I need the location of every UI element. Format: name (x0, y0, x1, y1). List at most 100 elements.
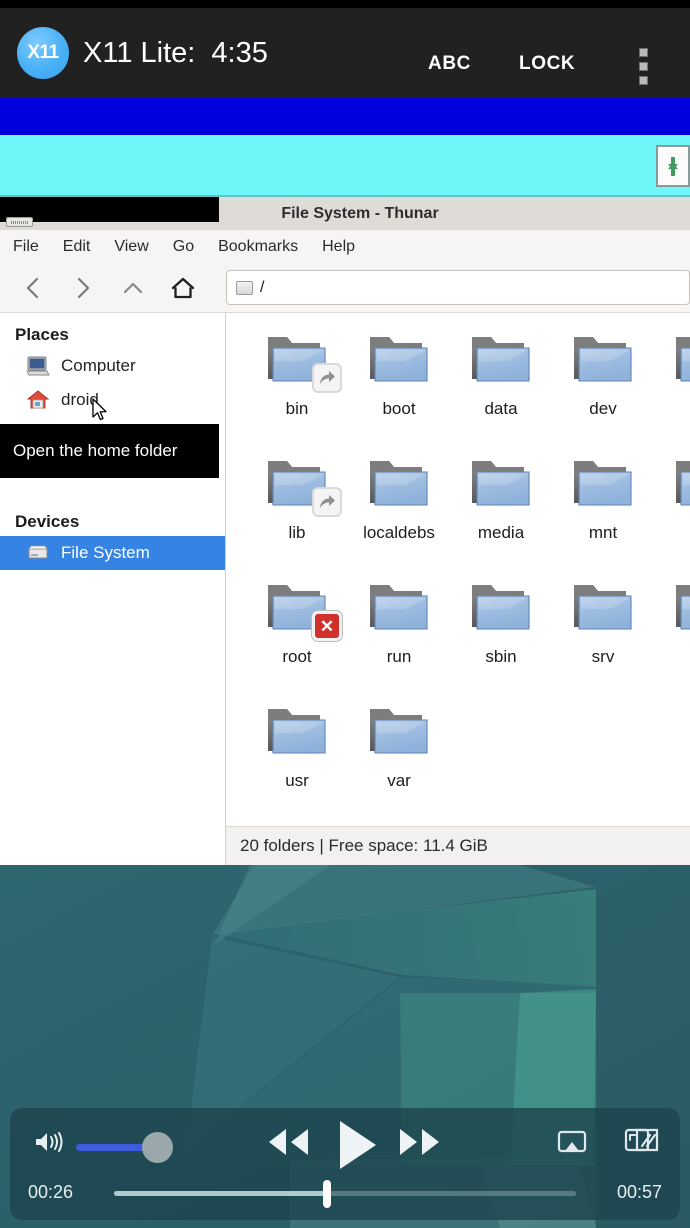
file-item-label: var (387, 771, 411, 790)
chevron-right-icon[interactable] (68, 273, 98, 303)
current-time-label: 00:26 (28, 1182, 74, 1202)
folder-icon (570, 577, 636, 639)
app-bar: X11 X11 Lite: 4:35 ABC LOCK (0, 8, 690, 98)
path-entry-field[interactable]: / (226, 270, 690, 305)
folder-icon (570, 329, 636, 391)
file-item-label: bin (285, 399, 309, 418)
navigation-toolbar: / (0, 263, 690, 313)
volume-high-icon[interactable] (34, 1130, 68, 1154)
volume-slider-knob[interactable] (142, 1132, 173, 1163)
menu-bookmarks[interactable]: Bookmarks (218, 238, 298, 256)
file-item[interactable]: opt (654, 445, 690, 569)
sidebar-places-header: Places (15, 325, 69, 344)
lock-button[interactable]: LOCK (519, 53, 575, 75)
file-item[interactable]: localdebs (348, 445, 450, 569)
blue-status-strip (0, 98, 690, 135)
menu-bar: File Edit View Go Bookmarks Help (0, 230, 690, 263)
menu-view[interactable]: View (114, 238, 148, 256)
folder-icon (672, 577, 690, 639)
file-item[interactable]: var (348, 693, 450, 817)
tooltip: Open the home folder (0, 424, 219, 478)
sidebar: Places Computer droid Open the home fold… (0, 313, 226, 865)
total-time-label: 00:57 (616, 1182, 662, 1202)
kebab-dot (638, 75, 648, 85)
file-item[interactable]: usr (246, 693, 348, 817)
folder-icon (468, 453, 534, 515)
symlink-emblem-icon (312, 487, 342, 517)
home-icon[interactable] (168, 273, 198, 303)
folder-icon (264, 329, 342, 393)
picture-in-picture-icon[interactable] (624, 1127, 662, 1159)
file-item[interactable]: data (450, 321, 552, 445)
app-bar-title: X11 Lite: 4:35 (83, 36, 268, 69)
cast-icon[interactable] (556, 1130, 588, 1158)
sidebar-devices-header: Devices (15, 512, 80, 531)
file-item[interactable]: sys (654, 569, 690, 693)
file-item-label: root (282, 647, 312, 666)
tooltip-text: Open the home folder (13, 441, 178, 460)
media-player-bar: 00:26 00:57 (10, 1108, 680, 1220)
file-item-label: usr (285, 771, 309, 790)
file-item-label: run (386, 647, 412, 666)
file-item[interactable]: srv (552, 569, 654, 693)
window-control-button[interactable] (6, 217, 33, 227)
sidebar-item-file-system[interactable]: File System (0, 536, 225, 570)
file-item[interactable]: etc (654, 321, 690, 445)
kebab-menu-icon[interactable] (633, 41, 653, 91)
rewind-icon[interactable] (264, 1126, 312, 1158)
file-item[interactable]: run (348, 569, 450, 693)
folder-icon (264, 453, 342, 517)
cyan-status-strip (0, 135, 690, 195)
mouse-cursor (92, 398, 107, 421)
menu-help[interactable]: Help (322, 238, 355, 256)
file-transfer-icon[interactable] (656, 145, 690, 187)
folder-icon (468, 577, 534, 639)
path-entry-value: / (260, 278, 265, 296)
symlink-emblem-icon (312, 363, 342, 393)
folder-icon: ✕ (264, 577, 342, 641)
sidebar-item-label: Computer (61, 356, 136, 375)
seek-bar-knob[interactable] (322, 1180, 331, 1208)
status-bar: 20 folders | Free space: 11.4 GiB (226, 826, 690, 865)
sidebar-item-droid[interactable]: droid (0, 383, 225, 417)
play-icon[interactable] (332, 1118, 380, 1172)
folder-icon (672, 453, 690, 515)
folder-icon (366, 577, 432, 639)
sidebar-item-label: File System (61, 543, 150, 562)
file-item[interactable]: ✕ root (246, 569, 348, 693)
file-grid-pane[interactable]: bin boot data dev lib localdebs media mn… (226, 313, 690, 865)
chevron-up-icon[interactable] (118, 273, 148, 303)
file-item-label: mnt (588, 523, 618, 542)
seek-bar-track[interactable] (114, 1180, 576, 1208)
abc-button[interactable]: ABC (428, 53, 471, 75)
file-item[interactable]: boot (348, 321, 450, 445)
status-bar-text: 20 folders | Free space: 11.4 GiB (240, 836, 488, 855)
seek-bar-fill (114, 1191, 327, 1196)
file-item-label: localdebs (363, 523, 435, 542)
thunar-body: Places Computer droid Open the home fold… (0, 313, 690, 865)
file-item-label: media (477, 523, 525, 542)
file-item[interactable]: dev (552, 321, 654, 445)
file-item[interactable]: bin (246, 321, 348, 445)
kebab-dot (638, 61, 648, 71)
file-item[interactable]: lib (246, 445, 348, 569)
folder-icon (366, 329, 432, 391)
media-player-controls (10, 1108, 680, 1174)
folder-icon (366, 701, 432, 763)
harddisk-icon (28, 545, 48, 559)
menu-edit[interactable]: Edit (63, 238, 91, 256)
folder-icon (570, 453, 636, 515)
chevron-left-icon[interactable] (18, 273, 48, 303)
file-item[interactable]: media (450, 445, 552, 569)
sidebar-item-computer[interactable]: Computer (0, 349, 225, 383)
file-item-label: dev (589, 399, 617, 418)
file-item-label: srv (591, 647, 615, 666)
file-item[interactable]: sbin (450, 569, 552, 693)
file-item-label: lib (288, 523, 306, 542)
folder-icon (264, 701, 330, 763)
menu-file[interactable]: File (13, 238, 39, 256)
menu-go[interactable]: Go (173, 238, 194, 256)
screen-root: X11 X11 Lite: 4:35 ABC LOCK File System … (0, 0, 690, 1228)
file-item[interactable]: mnt (552, 445, 654, 569)
fast-forward-icon[interactable] (396, 1126, 444, 1158)
